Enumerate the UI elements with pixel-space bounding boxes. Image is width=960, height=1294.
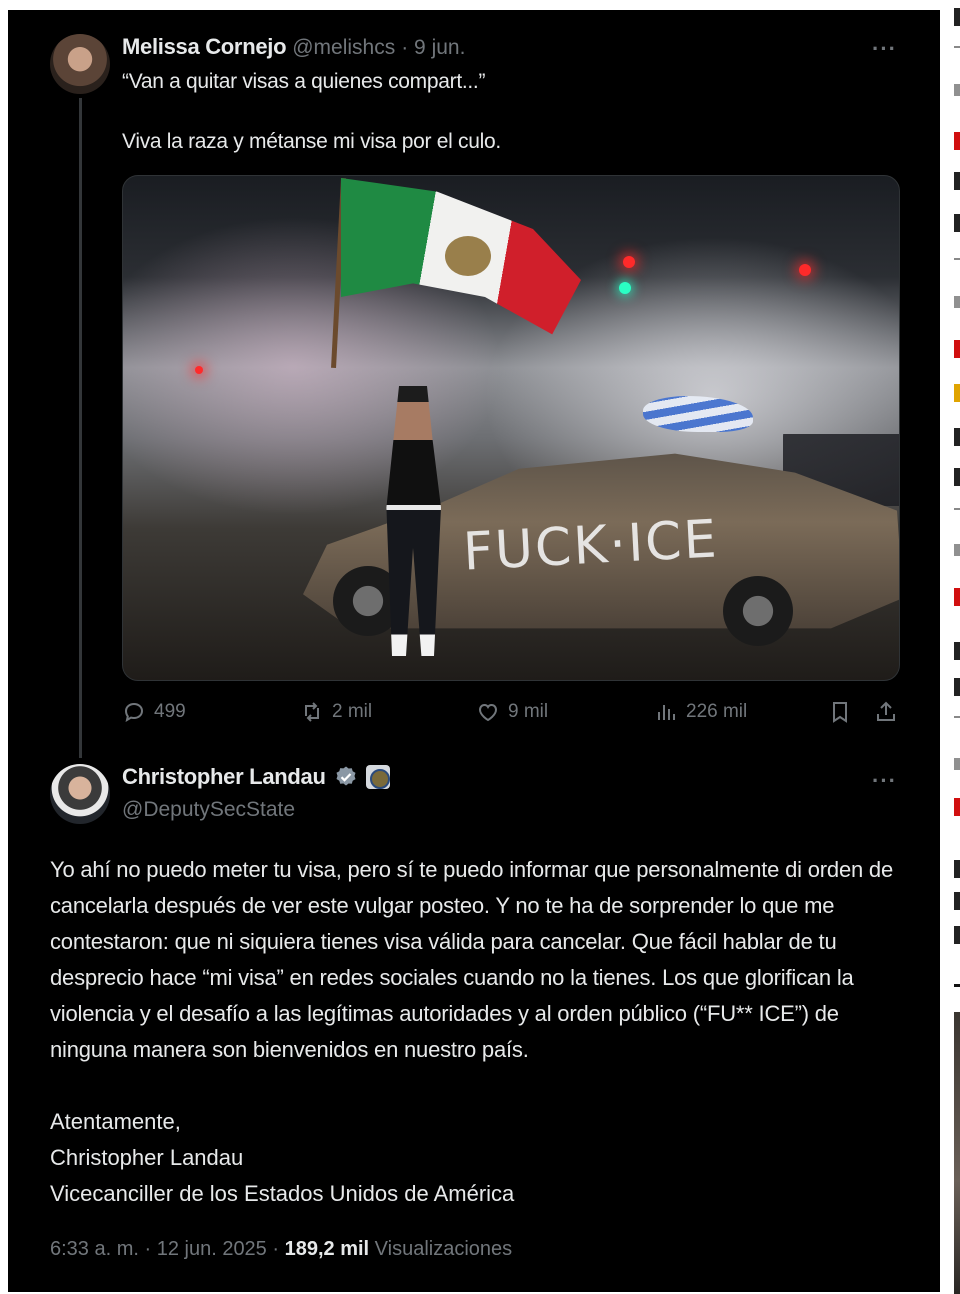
author-handle[interactable]: @DeputySecState xyxy=(122,798,295,822)
cropped-headline xyxy=(954,132,960,150)
more-options-icon[interactable]: ··· xyxy=(872,768,897,794)
cropped-text xyxy=(954,758,960,770)
bookmark-icon xyxy=(833,702,847,723)
tweet-text-line: “Van a quitar visas a quienes compart...… xyxy=(122,70,486,93)
cropped-text xyxy=(954,8,960,26)
tweet-meta: 6:33 a. m. · 12 jun. 2025 · 189,2 mil Vi… xyxy=(50,1238,512,1261)
tweet-timestamp[interactable]: 6:33 a. m. · 12 jun. 2025 · xyxy=(50,1238,285,1260)
cropped-photo xyxy=(954,1012,960,1294)
views-count: 226 mil xyxy=(686,701,748,722)
like-button[interactable]: 9 mil xyxy=(476,700,548,724)
traffic-light xyxy=(619,282,631,294)
cropped-headline xyxy=(954,340,960,358)
cropped-text xyxy=(954,892,960,910)
views-label: Visualizaciones xyxy=(369,1238,513,1260)
flag-crest xyxy=(445,236,491,276)
screenshot-frame: Melissa Cornejo @melishcs · 9 jun. ··· “… xyxy=(8,10,940,1292)
traffic-light xyxy=(623,256,635,268)
signature-line: Atentamente, xyxy=(50,1109,181,1134)
cropped-text xyxy=(954,172,960,190)
share-button[interactable] xyxy=(874,700,898,724)
street-light xyxy=(195,366,203,374)
author-handle[interactable]: @melishcs xyxy=(292,36,395,60)
like-icon xyxy=(478,703,498,722)
cropped-headline xyxy=(954,798,960,816)
reply-icon xyxy=(124,702,144,723)
repost-icon xyxy=(305,702,319,722)
cropped-tag xyxy=(954,384,960,402)
main-tweet-header: Christopher Landau xyxy=(122,764,390,790)
tweet-text: Yo ahí no puedo meter tu visa, pero sí t… xyxy=(50,857,893,1062)
views-icon xyxy=(658,705,675,720)
thread-line xyxy=(79,98,82,758)
divider xyxy=(954,716,960,718)
cropped-text xyxy=(954,642,960,660)
signature-line: Christopher Landau xyxy=(50,1145,244,1170)
author-name[interactable]: Christopher Landau xyxy=(122,764,326,790)
cropped-text xyxy=(954,468,960,486)
bookmark-button[interactable] xyxy=(828,700,852,724)
avatar[interactable] xyxy=(50,764,110,824)
share-icon xyxy=(877,701,895,721)
tweet-date[interactable]: · 9 jun. xyxy=(401,36,465,60)
divider xyxy=(954,258,960,260)
cropped-text xyxy=(954,860,960,878)
reply-count: 499 xyxy=(154,701,186,722)
tweet-signature: Atentamente, Christopher Landau Vicecanc… xyxy=(50,1104,514,1212)
cropped-text xyxy=(954,428,960,446)
repost-count: 2 mil xyxy=(332,701,373,722)
reply-button[interactable]: 499 xyxy=(122,700,186,724)
traffic-light xyxy=(799,264,811,276)
tweet-photo[interactable]: FUCK·ICE xyxy=(122,175,900,681)
tweet-actions: 499 2 mil 9 mil 226 mil xyxy=(122,700,912,730)
government-seal-icon xyxy=(365,765,390,789)
cropped-article-column xyxy=(950,0,960,1294)
repost-button[interactable]: 2 mil xyxy=(300,700,372,724)
divider xyxy=(954,46,960,48)
car-wheel xyxy=(723,576,793,646)
verified-badge-icon xyxy=(336,766,356,786)
author-name[interactable]: Melissa Cornejo xyxy=(122,34,287,60)
cropped-text xyxy=(954,84,960,96)
like-count: 9 mil xyxy=(508,701,549,722)
divider xyxy=(954,984,960,987)
cropped-text xyxy=(954,678,960,696)
cropped-text xyxy=(954,214,960,232)
views-total: 189,2 mil xyxy=(284,1238,370,1260)
divider xyxy=(954,508,960,510)
cropped-text xyxy=(954,926,960,944)
cropped-headline xyxy=(954,588,960,606)
views-button[interactable]: 226 mil xyxy=(654,700,747,724)
more-options-icon[interactable]: ··· xyxy=(872,36,897,62)
cropped-text xyxy=(954,544,960,556)
tweet-text-line: Viva la raza y métanse mi visa por el cu… xyxy=(122,130,501,153)
avatar[interactable] xyxy=(50,34,110,94)
quoted-tweet-header: Melissa Cornejo @melishcs · 9 jun. xyxy=(122,34,465,64)
signature-line: Vicecanciller de los Estados Unidos de A… xyxy=(50,1181,515,1206)
cropped-text xyxy=(954,296,960,308)
